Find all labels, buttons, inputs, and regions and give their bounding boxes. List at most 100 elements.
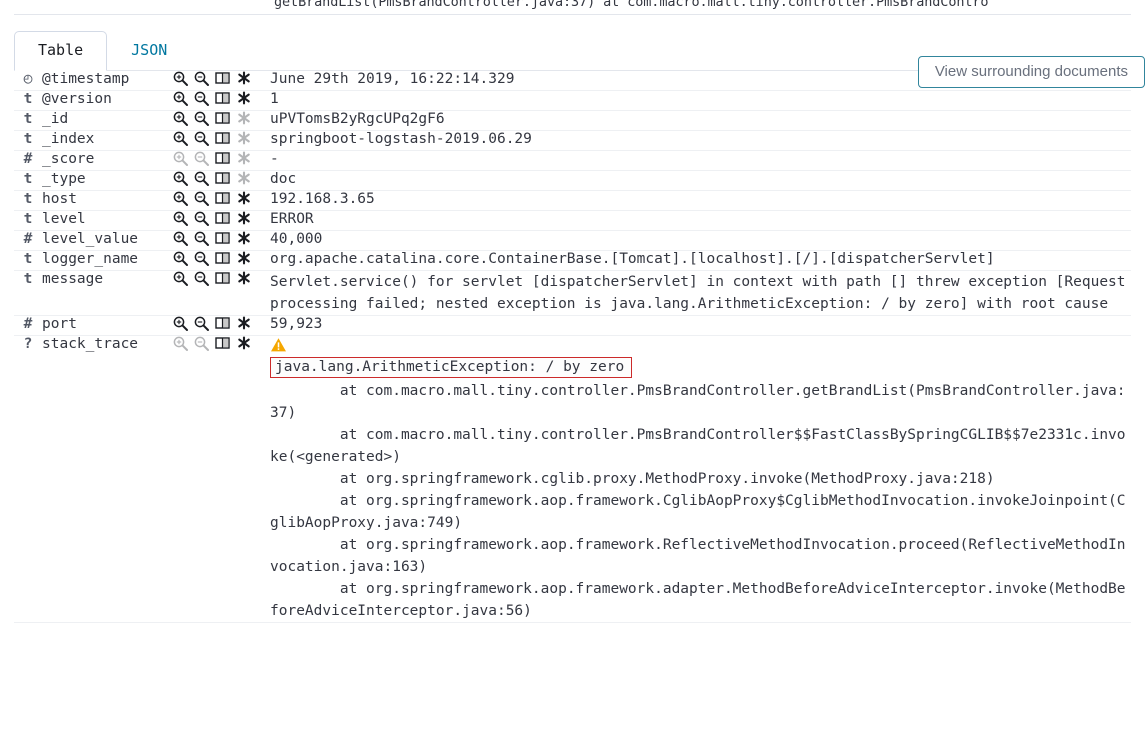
field-type-icon: ◴: [23, 71, 33, 87]
filter-field-exists-icon[interactable]: [233, 271, 254, 290]
filter-for-value-icon[interactable]: [170, 91, 191, 110]
field-type-icon: t: [23, 191, 33, 207]
field-value-text: -: [270, 151, 279, 167]
field-name: stack_trace: [42, 336, 139, 352]
field-value-text: 1: [270, 91, 279, 107]
field-type-icon: t: [23, 251, 33, 267]
field-value-text: 192.168.3.65: [270, 191, 375, 207]
toggle-column-in-table-icon[interactable]: [212, 231, 233, 250]
filter-out-value-icon[interactable]: [191, 71, 212, 90]
toggle-column-in-table-icon[interactable]: [212, 271, 233, 290]
filter-for-value-icon[interactable]: [170, 211, 191, 230]
field-name: level: [42, 211, 86, 227]
field-type-icon: t: [23, 171, 33, 187]
field-value: ERROR: [270, 211, 1131, 231]
field-value-text: springboot-logstash-2019.06.29: [270, 131, 532, 147]
filter-field-exists-icon[interactable]: [233, 71, 254, 90]
filter-field-exists-icon: [233, 151, 254, 170]
filter-for-value-icon[interactable]: [170, 191, 191, 210]
view-surrounding-documents-button[interactable]: View surrounding documents: [917, 56, 1145, 88]
field-name: _index: [42, 131, 95, 147]
toggle-column-in-table-icon[interactable]: [212, 151, 233, 170]
filter-for-value-icon[interactable]: [170, 71, 191, 90]
field-type-icon: ?: [23, 336, 33, 352]
toggle-column-in-table-icon[interactable]: [212, 131, 233, 150]
toggle-column-in-table-icon[interactable]: [212, 171, 233, 190]
filter-out-value-icon[interactable]: [191, 131, 212, 150]
field-type-icon: t: [23, 131, 33, 147]
field-value: 59,923: [270, 316, 1131, 336]
field-value-text: doc: [270, 171, 297, 187]
filter-out-value-icon[interactable]: [191, 171, 212, 190]
filter-out-value-icon[interactable]: [191, 211, 212, 230]
table-row: t host 192.168.3.65: [14, 191, 1131, 211]
field-type-icon: t: [23, 91, 33, 107]
field-type-icon: t: [23, 211, 33, 227]
field-value-text: Servlet.service() for servlet [dispatche…: [270, 274, 1126, 312]
filter-for-value-icon[interactable]: [170, 131, 191, 150]
stack-trace-lines: at com.macro.mall.tiny.controller.PmsBra…: [270, 383, 1126, 619]
field-value-text: ERROR: [270, 211, 314, 227]
field-value: springboot-logstash-2019.06.29: [270, 131, 1131, 151]
toggle-column-in-table-icon[interactable]: [212, 71, 233, 90]
filter-field-exists-icon[interactable]: [233, 211, 254, 230]
filter-field-exists-icon[interactable]: [233, 336, 254, 355]
filter-out-value-icon[interactable]: [191, 111, 212, 130]
field-value: org.apache.catalina.core.ContainerBase.[…: [270, 251, 1131, 271]
tab-table[interactable]: Table: [14, 31, 108, 71]
filter-field-exists-icon[interactable]: [233, 231, 254, 250]
field-value-text: org.apache.catalina.core.ContainerBase.[…: [270, 251, 995, 267]
field-name: _id: [42, 111, 69, 127]
field-value: uPVTomsB2yRgcUPq2gF6: [270, 111, 1131, 131]
filter-for-value-icon[interactable]: [170, 231, 191, 250]
table-row: t @version 1: [14, 91, 1131, 111]
table-row: t _type doc: [14, 171, 1131, 191]
toggle-column-in-table-icon[interactable]: [212, 111, 233, 130]
filter-for-value-icon[interactable]: [170, 271, 191, 290]
document-detail-panel: Table JSON View surrounding documents ◴ @…: [14, 14, 1145, 735]
filter-out-value-icon[interactable]: [191, 316, 212, 335]
toggle-column-in-table-icon[interactable]: [212, 91, 233, 110]
filter-for-value-icon[interactable]: [170, 111, 191, 130]
toggle-column-in-table-icon[interactable]: [212, 191, 233, 210]
filter-out-value-icon[interactable]: [191, 271, 212, 290]
filter-field-exists-icon: [233, 111, 254, 130]
filter-out-value-icon: [191, 151, 212, 170]
field-name: _type: [42, 171, 86, 187]
filter-field-exists-icon[interactable]: [233, 191, 254, 210]
warning-triangle-icon: [270, 337, 1131, 353]
filter-out-value-icon[interactable]: [191, 231, 212, 250]
toggle-column-in-table-icon[interactable]: [212, 316, 233, 335]
filter-for-value-icon[interactable]: [170, 316, 191, 335]
filter-for-value-icon[interactable]: [170, 171, 191, 190]
field-value: 1: [270, 91, 1131, 111]
clipped-top-text-line: getBrandList(PmsBrandController.java:37)…: [0, 0, 1145, 14]
field-value: 192.168.3.65: [270, 191, 1131, 211]
toggle-column-in-table-icon[interactable]: [212, 251, 233, 270]
table-row: t _id uPVTomsB2yRgcUPq2gF6: [14, 111, 1131, 131]
tab-json[interactable]: JSON: [107, 31, 191, 70]
table-row: # port 59,923: [14, 316, 1131, 336]
toggle-column-in-table-icon[interactable]: [212, 211, 233, 230]
field-name: _score: [42, 151, 95, 167]
field-type-icon: #: [23, 151, 33, 167]
field-actions: [170, 271, 270, 316]
field-value: 40,000: [270, 231, 1131, 251]
filter-out-value-icon[interactable]: [191, 191, 212, 210]
field-type-icon: #: [23, 231, 33, 247]
field-actions: [170, 71, 270, 91]
filter-out-value-icon[interactable]: [191, 251, 212, 270]
document-fields-table: ◴ @timestamp June 29th 2019, 16:22:14.329 t…: [14, 71, 1131, 623]
filter-field-exists-icon[interactable]: [233, 316, 254, 335]
table-row: # level_value 40,000: [14, 231, 1131, 251]
field-value-text: 59,923: [270, 316, 323, 332]
filter-for-value-icon[interactable]: [170, 251, 191, 270]
toggle-column-in-table-icon[interactable]: [212, 336, 233, 355]
field-name: @timestamp: [42, 71, 130, 87]
field-actions: [170, 316, 270, 336]
filter-out-value-icon[interactable]: [191, 91, 212, 110]
field-type-icon: t: [23, 271, 33, 287]
filter-for-value-icon: [170, 151, 191, 170]
filter-field-exists-icon[interactable]: [233, 251, 254, 270]
filter-field-exists-icon[interactable]: [233, 91, 254, 110]
